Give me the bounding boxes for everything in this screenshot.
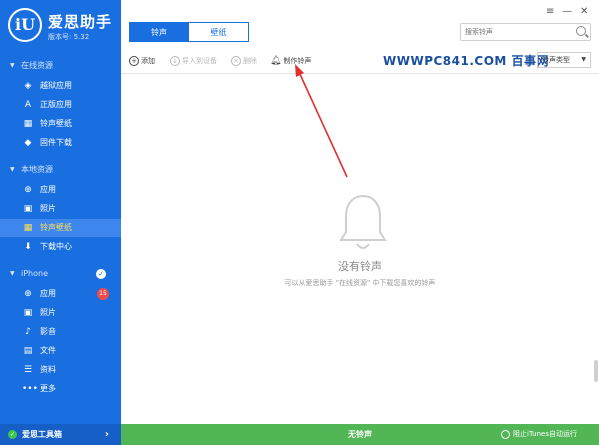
plus-icon: +	[129, 56, 139, 66]
sidebar-item-online-ringtones[interactable]: ▦ 铃声壁纸	[0, 115, 121, 133]
import-icon: ↓	[170, 56, 180, 66]
sidebar: iU 爱思助手 版本号: 5.32 ▼ 在线资源 ◈ 越狱应用 A 正版应用 ▦…	[0, 0, 121, 445]
sidebar-item-device-apps[interactable]: ⊕ 应用 15	[0, 285, 121, 303]
tab-ringtones[interactable]: 铃声	[129, 22, 189, 42]
search-icon[interactable]	[576, 26, 586, 36]
section-header-device[interactable]: ▼ iPhone ✓	[0, 265, 121, 283]
delete-icon: ×	[231, 56, 241, 66]
ringtone-type-select[interactable]: 铃声类型 ▼	[537, 52, 591, 68]
empty-state-title: 没有铃声	[338, 260, 382, 273]
search-input[interactable]	[465, 26, 565, 38]
menu-icon[interactable]: ≡	[546, 6, 554, 17]
minimize-icon[interactable]: —	[562, 6, 572, 17]
sidebar-item-device-media[interactable]: ♪ 影音	[0, 323, 121, 341]
section-header-online[interactable]: ▼ 在线资源	[0, 57, 121, 75]
app-version: 版本号: 5.32	[48, 33, 90, 41]
collapse-arrow-icon: ▼	[10, 270, 15, 277]
connected-check-icon: ✓	[96, 269, 106, 279]
brand: iU 爱思助手 版本号: 5.32	[8, 8, 118, 44]
bell-icon: 🔔︎	[270, 56, 282, 66]
contacts-icon: ☰	[23, 365, 33, 375]
download-icon: ⬇	[24, 242, 32, 252]
block-itunes-toggle[interactable]: 阻止iTunes自动运行	[501, 424, 577, 445]
app-store-icon: A	[24, 100, 32, 110]
app-logo-icon: iU	[8, 8, 42, 42]
apps-icon: ⊕	[24, 185, 32, 195]
file-icon: ▤	[23, 346, 33, 356]
apps-count-badge: 15	[97, 288, 109, 300]
toolbar-divider	[121, 73, 599, 74]
sidebar-item-device-files[interactable]: ▤ 文件	[0, 342, 121, 360]
sidebar-item-local-ringtones[interactable]: ▦ 铃声壁纸	[0, 219, 121, 237]
empty-state-subtitle: 可以从爱思助手 "在线资源" 中下载您喜欢的铃声	[284, 279, 436, 287]
make-ringtone-button[interactable]: 🔔︎ 制作铃声	[270, 55, 311, 67]
sidebar-item-local-photos[interactable]: ▣ 照片	[0, 200, 121, 218]
search-box[interactable]	[460, 23, 591, 41]
ringtone-wallpaper-icon: ▦	[23, 223, 33, 233]
apps-icon: ⊕	[24, 289, 32, 299]
chevron-down-icon: ▼	[581, 56, 586, 63]
photo-icon: ▣	[23, 308, 33, 318]
sidebar-item-device-more[interactable]: ••• 更多	[0, 380, 121, 398]
collapse-arrow-icon: ▼	[10, 62, 15, 69]
sidebar-item-device-photos[interactable]: ▣ 照片	[0, 304, 121, 322]
collapse-arrow-icon: ▼	[10, 166, 15, 173]
status-bar: 无铃声 阻止iTunes自动运行	[121, 424, 599, 445]
sidebar-item-firmware[interactable]: ◆ 固件下载	[0, 134, 121, 152]
sidebar-item-local-apps[interactable]: ⊕ 应用	[0, 181, 121, 199]
sidebar-item-jailbreak-apps[interactable]: ◈ 越狱应用	[0, 77, 121, 95]
sidebar-item-download-center[interactable]: ⬇ 下载中心	[0, 238, 121, 256]
ringtone-wallpaper-icon: ▦	[23, 119, 33, 129]
add-button[interactable]: + 添加	[129, 55, 155, 67]
scrollbar[interactable]	[594, 360, 598, 382]
tab-wallpapers[interactable]: 壁纸	[189, 22, 249, 42]
toolbox-check-icon: ✓	[8, 430, 17, 439]
import-to-device-button[interactable]: ↓ 导入到设备	[170, 55, 217, 67]
layers-icon: ◈	[24, 81, 32, 91]
more-icon: •••	[22, 384, 38, 394]
empty-bell-icon	[339, 194, 387, 249]
watermark-text: WWWPC841.COM 百事网	[383, 54, 550, 68]
app-name: 爱思助手	[48, 13, 113, 31]
section-header-local[interactable]: ▼ 本地资源	[0, 161, 121, 179]
photo-icon: ▣	[23, 204, 33, 214]
sidebar-item-official-apps[interactable]: A 正版应用	[0, 96, 121, 114]
close-icon[interactable]: ✕	[580, 6, 588, 17]
sidebar-item-device-contacts[interactable]: ☰ 资料	[0, 361, 121, 379]
chevron-right-icon: ›	[104, 429, 109, 440]
toolbox-button[interactable]: ✓ 爱思工具箱 ›	[0, 424, 121, 445]
delete-button[interactable]: × 删除	[231, 55, 257, 67]
radio-icon	[501, 429, 511, 439]
firmware-icon: ◆	[24, 138, 32, 148]
music-icon: ♪	[25, 327, 31, 337]
